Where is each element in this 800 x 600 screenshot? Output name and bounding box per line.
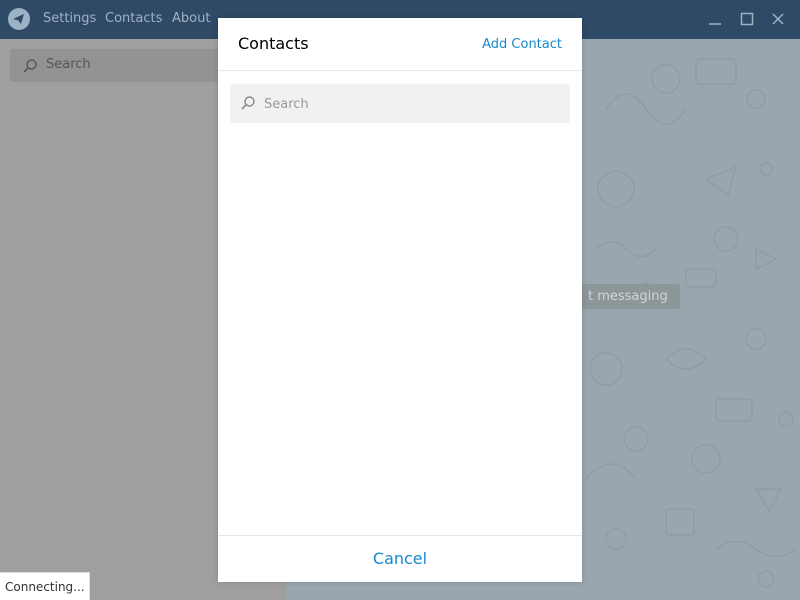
add-contact-button[interactable]: Add Contact — [482, 37, 562, 52]
close-icon[interactable] — [770, 11, 786, 27]
dialog-title: Contacts — [238, 34, 309, 53]
contacts-dialog: Contacts Add Contact Cancel — [218, 18, 582, 582]
menu-about[interactable]: About — [172, 11, 210, 27]
contacts-dialog-footer: Cancel — [218, 535, 582, 582]
telegram-logo-icon[interactable] — [8, 8, 30, 30]
contacts-search-field[interactable] — [230, 84, 570, 123]
menu-contacts[interactable]: Contacts — [105, 11, 162, 27]
dialogs-search-placeholder: Search — [46, 57, 91, 72]
cancel-button[interactable]: Cancel — [218, 549, 582, 568]
minimize-icon[interactable] — [707, 11, 723, 27]
search-icon — [22, 58, 38, 78]
search-icon — [240, 95, 256, 115]
menu-settings[interactable]: Settings — [43, 11, 96, 27]
maximize-icon[interactable] — [739, 11, 755, 27]
contacts-search-input[interactable] — [264, 94, 554, 114]
start-messaging-label: t messaging — [576, 284, 680, 309]
connecting-status: Connecting... — [0, 572, 90, 600]
contacts-dialog-header: Contacts Add Contact — [218, 18, 582, 71]
